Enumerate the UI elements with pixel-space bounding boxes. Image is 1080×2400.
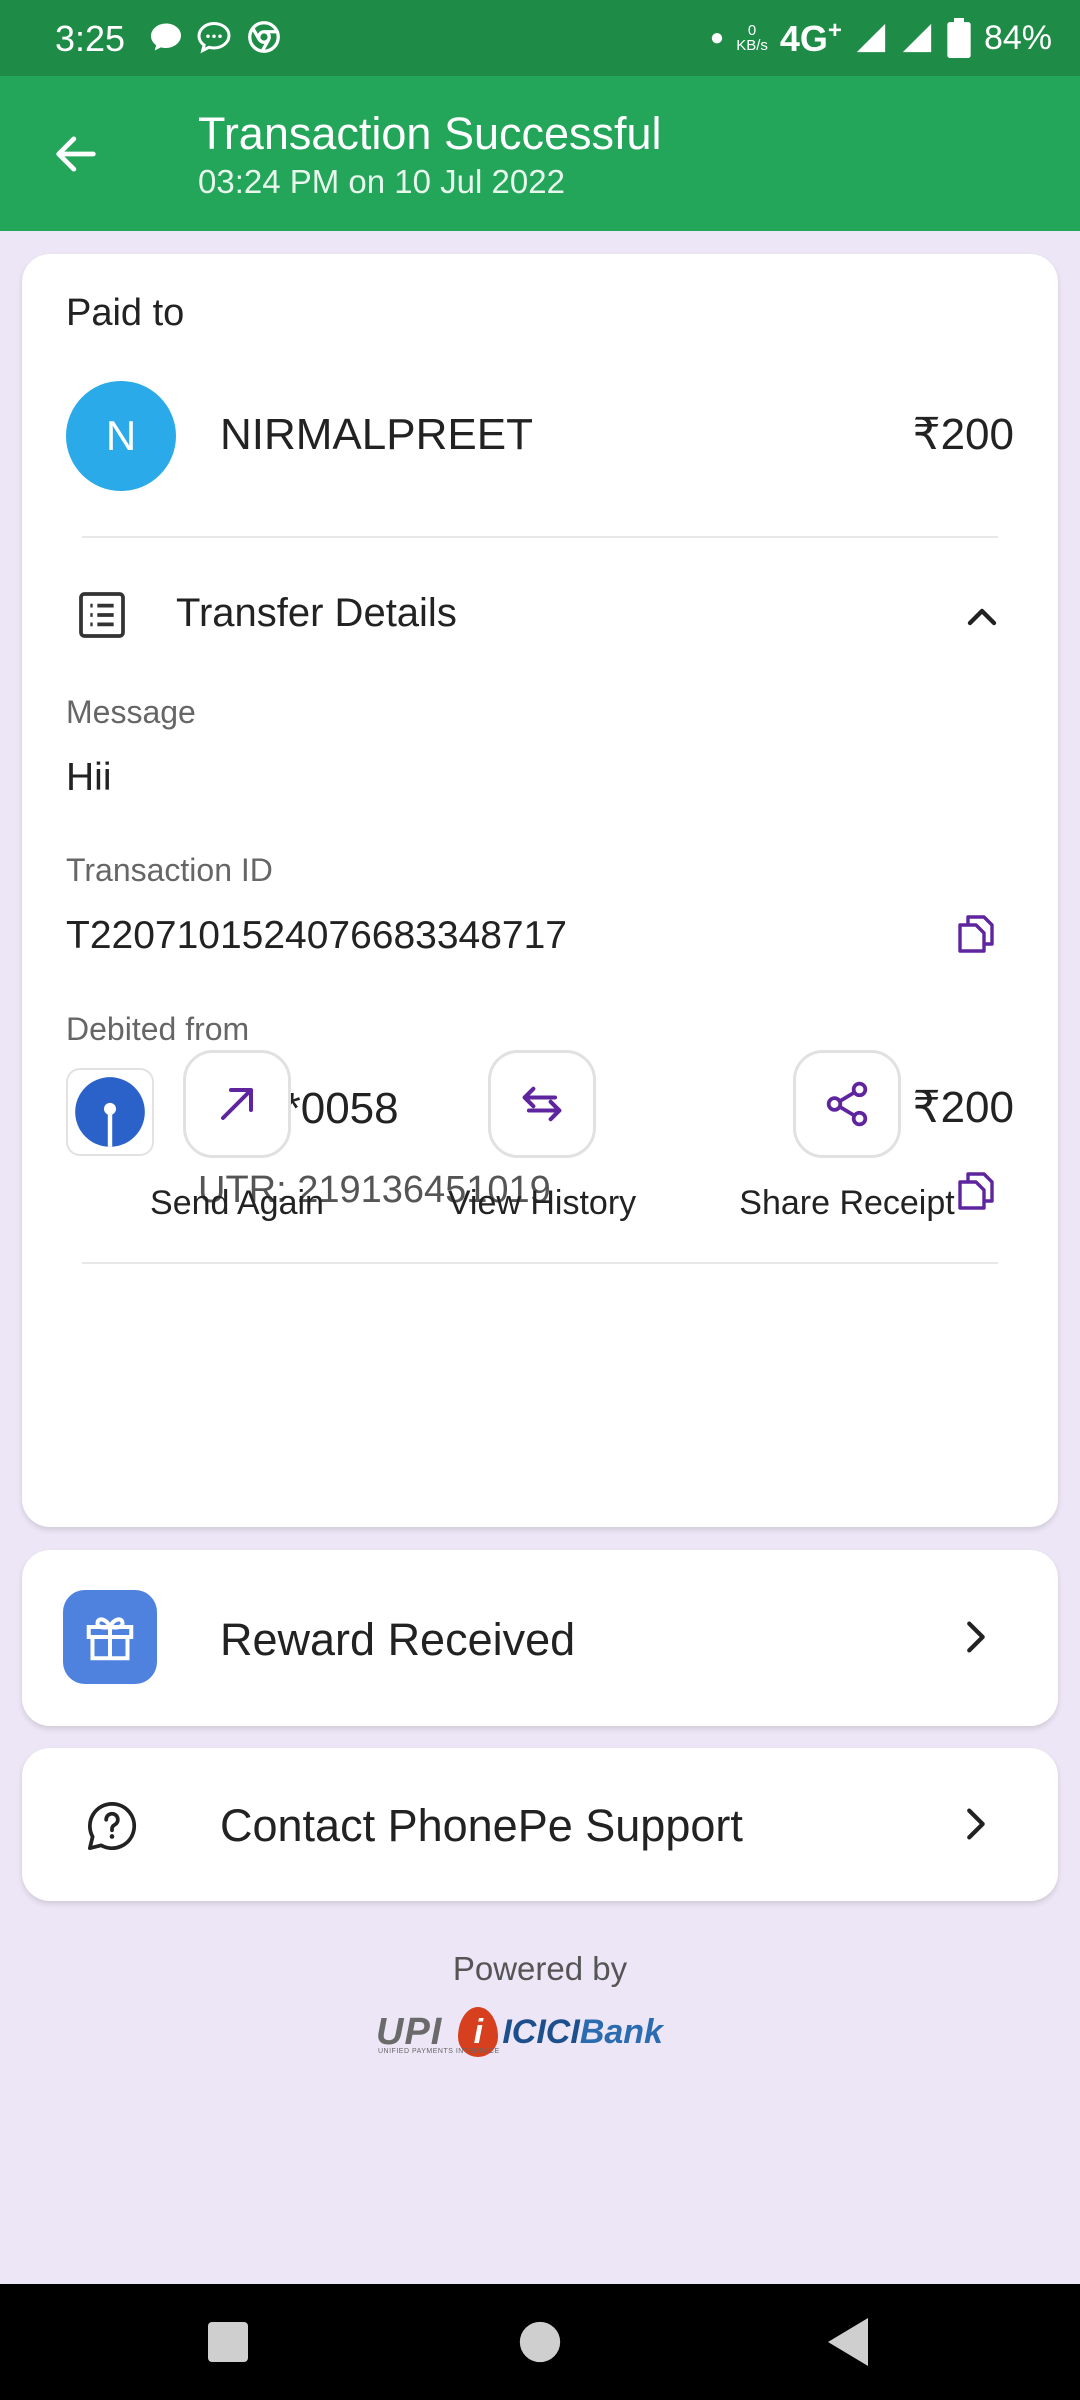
view-history-label: View History xyxy=(447,1184,637,1222)
payee-name: NIRMALPREET xyxy=(220,410,533,459)
send-again-button[interactable] xyxy=(183,1050,291,1158)
receipt-list-icon xyxy=(79,592,125,638)
back-triangle-icon[interactable] xyxy=(824,2312,872,2372)
chrome-notification-icon xyxy=(248,21,280,53)
send-again-action[interactable]: Send Again xyxy=(102,1050,372,1223)
net-speed: 0 KB/s xyxy=(736,22,768,54)
chevron-right-icon xyxy=(967,1621,985,1653)
chevron-up-icon[interactable] xyxy=(958,593,1006,641)
share-receipt-button[interactable] xyxy=(793,1050,901,1158)
copy-icon[interactable] xyxy=(952,909,1000,959)
debited-from-label: Debited from xyxy=(66,1011,250,1047)
transaction-timestamp: 03:24 PM on 10 Jul 2022 xyxy=(198,163,565,200)
chevron-right-icon xyxy=(967,1808,985,1840)
transaction-id-value: T2207101524076683348717 xyxy=(66,914,568,957)
dot-indicator-icon: ● xyxy=(709,24,725,51)
app-bar: Transaction Successful 03:24 PM on 10 Ju… xyxy=(0,76,1080,231)
view-history-button[interactable] xyxy=(488,1050,596,1158)
signal-icon xyxy=(856,23,886,53)
back-arrow-icon[interactable] xyxy=(50,128,102,180)
gift-icon xyxy=(86,1617,134,1661)
battery-icon xyxy=(947,18,971,58)
system-nav-bar xyxy=(0,2284,1080,2400)
reward-received-label: Reward Received xyxy=(220,1614,576,1665)
network-type: 4G+ xyxy=(779,16,842,59)
imo-notification-icon xyxy=(197,21,231,54)
message-value: Hii xyxy=(66,756,112,799)
payee-avatar: N xyxy=(66,381,176,491)
send-again-label: Send Again xyxy=(150,1184,324,1222)
gift-tile xyxy=(63,1590,157,1684)
arrow-up-right-icon xyxy=(221,1088,253,1120)
share-receipt-action[interactable]: Share Receipt xyxy=(712,1050,982,1223)
message-notification-icon xyxy=(151,23,181,51)
divider xyxy=(82,1262,998,1264)
signal-icon-2 xyxy=(902,23,932,53)
upi-logo-subtext: UNIFIED PAYMENTS INTERFACE xyxy=(378,2048,500,2055)
status-bar: 3:25 ● 0 KB/s 4G+ 84% xyxy=(0,0,1080,76)
swap-arrows-icon xyxy=(522,1086,562,1122)
divider xyxy=(82,536,998,538)
help-chat-icon xyxy=(87,1801,137,1851)
view-history-action[interactable]: View History xyxy=(407,1050,677,1223)
status-time: 3:25 xyxy=(55,18,126,59)
powered-by-label: Powered by xyxy=(452,1950,628,1987)
recents-square-icon[interactable] xyxy=(204,2312,252,2372)
message-label: Message xyxy=(66,694,196,730)
transaction-card: Paid to N NIRMALPREET ₹200 Transfer Deta… xyxy=(22,254,1058,1527)
paid-to-label: Paid to xyxy=(66,292,185,334)
transfer-details-title[interactable]: Transfer Details xyxy=(176,591,457,636)
page-title: Transaction Successful xyxy=(198,108,662,159)
reward-received-row[interactable]: Reward Received xyxy=(22,1550,1058,1726)
status-right-group: ● 0 KB/s 4G+ 84% xyxy=(710,14,1052,62)
transaction-id-label: Transaction ID xyxy=(66,852,273,888)
share-receipt-label: Share Receipt xyxy=(739,1184,955,1222)
battery-percent: 84% xyxy=(983,18,1052,57)
icici-logo: ICICIBank xyxy=(502,2012,663,2051)
partner-logos: UPI UNIFIED PAYMENTS INTERFACE i ICICIBa… xyxy=(376,2000,706,2064)
home-circle-icon[interactable] xyxy=(518,2312,562,2372)
share-icon xyxy=(826,1081,868,1127)
contact-support-label: Contact PhonePe Support xyxy=(220,1800,743,1851)
contact-support-row[interactable]: Contact PhonePe Support xyxy=(22,1748,1058,1901)
payee-amount: ₹200 xyxy=(912,410,1014,459)
